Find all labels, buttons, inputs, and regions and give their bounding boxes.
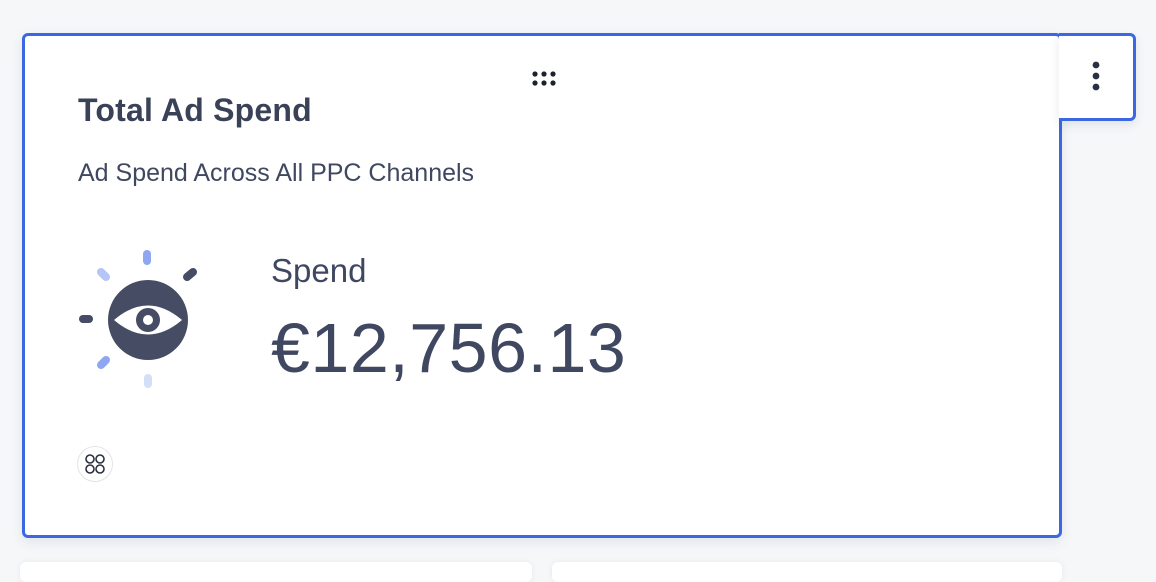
drag-handle-icon[interactable] [531, 70, 557, 88]
adjacent-widget-right [552, 562, 1062, 582]
eye-icon [79, 249, 203, 389]
adjacent-widget-left [20, 562, 532, 582]
more-vertical-icon [1092, 61, 1100, 91]
widget-menu-button[interactable] [1059, 33, 1136, 121]
total-ad-spend-widget[interactable]: Total Ad Spend Ad Spend Across All PPC C… [22, 33, 1062, 538]
metric-label: Spend [271, 252, 367, 289]
widget-subtitle: Ad Spend Across All PPC Channels [78, 159, 475, 187]
integration-icon[interactable] [77, 446, 113, 482]
widget-title: Total Ad Spend [78, 92, 312, 128]
metric-value: €12,756.13 [271, 309, 627, 387]
